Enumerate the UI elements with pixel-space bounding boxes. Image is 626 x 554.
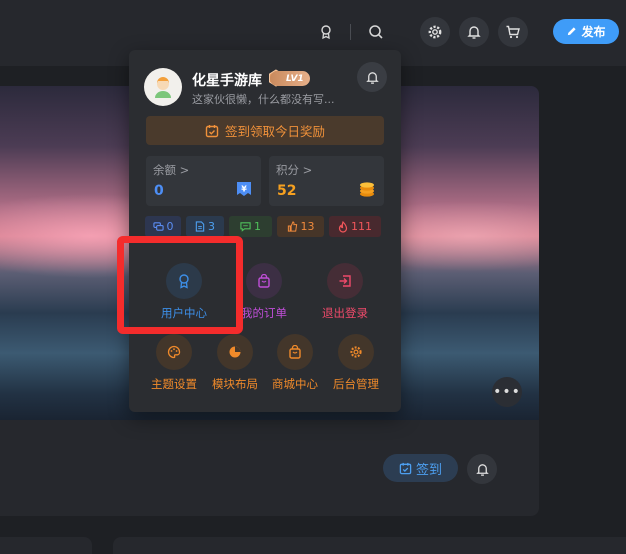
sign-in-button[interactable]: 签到 — [383, 454, 458, 482]
pencil-icon — [568, 27, 577, 36]
doc-icon — [195, 221, 205, 232]
username[interactable]: 化星手游库 — [192, 70, 262, 90]
fire-icon — [338, 220, 348, 233]
bell-icon[interactable] — [467, 454, 497, 484]
level-badge: LV1 — [270, 71, 310, 86]
module-layout-link[interactable]: 模块布局 — [205, 334, 265, 398]
bell-icon[interactable] — [459, 17, 489, 47]
admin-label: 后台管理 — [333, 377, 379, 391]
checkin-label: 签到领取今日奖励 — [224, 124, 325, 139]
user-bio: 这家伙很懒，什么都没有写... — [192, 93, 335, 106]
user-dropdown-panel: 化星手游库 LV1 这家伙很懒，什么都没有写... 签到领取今日奖励 余额 > … — [129, 50, 401, 412]
balance-value: 0 — [154, 183, 164, 199]
module-layout-label: 模块布局 — [212, 377, 258, 391]
sign-in-label: 签到 — [415, 462, 442, 478]
likes-count[interactable]: 13 — [277, 216, 324, 237]
svg-text:¥: ¥ — [241, 185, 247, 194]
publish-button[interactable]: 发布 — [553, 19, 619, 44]
bag-icon — [246, 263, 282, 299]
publish-label: 发布 — [581, 25, 606, 39]
wallet-icon: ¥ — [237, 182, 251, 196]
balance-card[interactable]: 余额 > 0 ¥ — [146, 156, 261, 206]
logout-icon — [327, 263, 363, 299]
highlight-box — [117, 236, 243, 334]
calendar-check-icon — [399, 462, 412, 474]
coins-icon — [360, 182, 374, 197]
balance-label: 余额 > — [153, 163, 190, 177]
points-card[interactable]: 积分 > 52 — [269, 156, 384, 206]
avatar[interactable] — [144, 68, 182, 106]
points-value: 52 — [277, 183, 297, 199]
palette-icon — [156, 334, 192, 370]
award-icon[interactable] — [311, 17, 341, 47]
admin-link[interactable]: 后台管理 — [326, 334, 386, 398]
cart-icon[interactable] — [498, 17, 528, 47]
shop-center-label: 商城中心 — [272, 377, 318, 391]
activity-counts: 0 3 1 13 111 — [145, 216, 385, 237]
my-orders-link[interactable]: 我的订单 — [234, 263, 294, 327]
chat-icon — [152, 222, 164, 231]
comments-count[interactable]: 0 — [145, 216, 181, 237]
logout-label: 退出登录 — [322, 306, 368, 320]
shop-center-link[interactable]: 商城中心 — [265, 334, 325, 398]
hot-count[interactable]: 111 — [329, 216, 381, 237]
content-card — [113, 537, 626, 554]
shopping-bag-icon — [277, 334, 313, 370]
more-icon[interactable]: ••• — [492, 377, 522, 407]
theme-settings-link[interactable]: 主题设置 — [144, 334, 204, 398]
bell-icon[interactable] — [357, 62, 387, 92]
thumb-icon — [287, 221, 297, 232]
profile-info-bar — [0, 420, 539, 516]
daily-checkin-button[interactable]: 签到领取今日奖励 — [146, 116, 384, 145]
content-card — [0, 537, 92, 554]
message-icon — [240, 222, 251, 232]
posts-count[interactable]: 3 — [186, 216, 224, 237]
points-label: 积分 > — [276, 163, 313, 177]
pie-chart-icon — [217, 334, 253, 370]
my-orders-label: 我的订单 — [241, 306, 287, 320]
theme-settings-label: 主题设置 — [151, 377, 197, 391]
divider — [350, 24, 351, 40]
messages-count[interactable]: 1 — [229, 216, 272, 237]
gear-icon — [338, 334, 374, 370]
search-icon[interactable] — [361, 17, 391, 47]
logout-link[interactable]: 退出登录 — [315, 263, 375, 327]
settings-icon[interactable] — [420, 17, 450, 47]
calendar-check-icon — [205, 124, 219, 137]
